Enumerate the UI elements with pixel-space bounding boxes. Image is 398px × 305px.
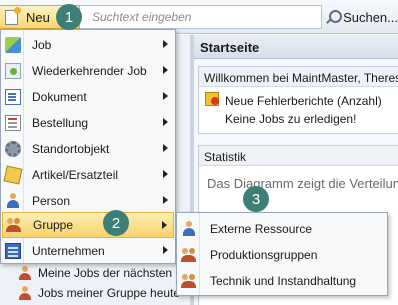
statistics-title: Statistik (199, 146, 398, 166)
search-input[interactable] (80, 5, 322, 29)
menu-item-label: Standortobjekt (32, 142, 110, 156)
bug-report-icon (205, 92, 219, 106)
welcome-panel: Willkommen bei MaintMaster, Therese Neue… (198, 66, 398, 134)
submenu-item-external-resource[interactable]: Externe Ressource (178, 216, 386, 242)
menu-item-label: Bestellung (32, 116, 89, 130)
menu-item-label: Job (32, 38, 52, 52)
submenu-arrow-icon (162, 221, 167, 229)
person-icon (181, 221, 197, 237)
person-icon (5, 193, 21, 209)
submenu-arrow-icon (163, 246, 168, 254)
menu-item-group[interactable]: Gruppe (2, 212, 174, 238)
menu-item-location-object[interactable]: Standortobjekt (2, 136, 174, 162)
welcome-title: Willkommen bei MaintMaster, Therese (199, 67, 398, 87)
group-icon (181, 273, 197, 289)
new-page-icon (5, 6, 21, 25)
menu-item-job[interactable]: Job (2, 32, 174, 58)
submenu-arrow-icon (163, 66, 168, 74)
spare-part-icon (3, 165, 23, 185)
menu-item-company[interactable]: Unternehmen (2, 238, 174, 264)
menu-item-label: Wiederkehrender Job (32, 64, 147, 78)
new-dropdown-menu: Job Wiederkehrender Job Dokument Bestell… (0, 29, 176, 264)
step-badge-1: 1 (56, 4, 82, 30)
group-icon (18, 286, 32, 300)
submenu-arrow-icon (163, 196, 168, 204)
statistics-description: Das Diagramm zeigt die Verteilun (207, 176, 398, 191)
recurring-job-icon (5, 63, 21, 79)
menu-item-spare-part[interactable]: Artikel/Ersatzteil (2, 162, 174, 188)
search-icon (326, 10, 343, 24)
new-bug-reports-link[interactable]: Neue Fehlerberichte (Anzahl) (225, 94, 382, 108)
menu-item-label: Artikel/Ersatzteil (32, 168, 119, 182)
submenu-arrow-icon (163, 92, 168, 100)
submenu-item-label: Produktionsgruppen (210, 248, 318, 262)
menu-item-label: Unternehmen (32, 244, 105, 258)
submenu-item-label: Externe Ressource (210, 222, 313, 236)
submenu-arrow-icon (163, 118, 168, 126)
no-jobs-text: Keine Jobs zu erledigen! (225, 112, 357, 126)
step-badge-3: 3 (243, 186, 269, 212)
page-title: Startseite (194, 35, 398, 59)
company-icon (5, 243, 21, 259)
list-item-label: Meine Jobs der nächsten 10 (38, 266, 189, 280)
submenu-item-label: Technik und Instandhaltung (210, 274, 357, 288)
step-badge-2: 2 (103, 210, 129, 236)
search-button[interactable]: Suchen... (326, 5, 398, 29)
menu-item-label: Gruppe (33, 218, 74, 232)
new-button-label: Neu (26, 9, 50, 25)
person-icon (18, 266, 32, 280)
location-object-icon (5, 141, 21, 157)
search-button-label: Suchen... (343, 9, 398, 25)
menu-item-person[interactable]: Person (2, 188, 174, 214)
menu-item-label: Dokument (32, 90, 87, 104)
document-icon (5, 89, 21, 105)
submenu-arrow-icon (163, 40, 168, 48)
submenu-item-production-groups[interactable]: Produktionsgruppen (178, 242, 386, 268)
order-icon (5, 115, 21, 131)
submenu-arrow-icon (163, 144, 168, 152)
group-icon (6, 217, 22, 233)
job-icon (5, 37, 21, 53)
menu-item-document[interactable]: Dokument (2, 84, 174, 110)
menu-item-recurring-job[interactable]: Wiederkehrender Job (2, 58, 174, 84)
submenu-arrow-icon (163, 170, 168, 178)
list-item[interactable]: Meine Jobs der nächsten 10 (0, 263, 190, 283)
menu-item-order[interactable]: Bestellung (2, 110, 174, 136)
group-submenu: Externe Ressource Produktionsgruppen Tec… (176, 212, 388, 296)
submenu-item-technical-maintenance[interactable]: Technik und Instandhaltung (178, 268, 386, 294)
menu-item-label: Person (32, 194, 71, 208)
group-icon (181, 247, 197, 263)
list-item-label: Jobs meiner Gruppe heute (38, 286, 181, 300)
list-item[interactable]: Jobs meiner Gruppe heute (0, 283, 190, 303)
